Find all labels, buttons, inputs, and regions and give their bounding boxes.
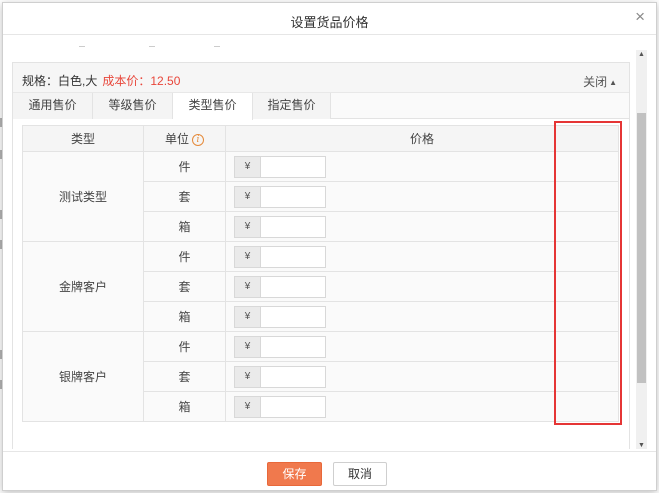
- spec-label: 规格：白色,大: [22, 74, 98, 88]
- table-row: 银牌客户 件 ¥: [22, 331, 620, 422]
- empty-cell: [554, 331, 620, 362]
- price-input[interactable]: [261, 366, 325, 387]
- tab-type-price[interactable]: 类型售价: [173, 93, 253, 120]
- unit-cell: 件: [143, 331, 226, 362]
- table-header-row: 类型 单位 i 价格: [22, 125, 620, 152]
- table-row: 测试类型 件 ¥: [22, 151, 620, 242]
- price-input-group: ¥: [234, 155, 326, 178]
- price-cell: ¥: [225, 331, 556, 362]
- price-input[interactable]: [261, 306, 325, 327]
- table-row: 金牌客户 件 ¥: [22, 241, 620, 332]
- close-icon[interactable]: ×: [635, 8, 645, 26]
- unit-cell: 箱: [143, 391, 226, 422]
- collapse-toggle[interactable]: 关闭 ▲: [583, 73, 617, 90]
- unit-cell: 套: [143, 181, 226, 212]
- empty-cell: [554, 211, 620, 242]
- yuan-icon: ¥: [235, 366, 261, 387]
- type-cell: 银牌客户: [22, 331, 144, 422]
- cost-price: 成本价：12.50: [102, 74, 181, 88]
- price-input[interactable]: [261, 246, 325, 267]
- price-input-group: ¥: [234, 275, 326, 298]
- spec-info: 规格：白色,大 成本价：12.50: [22, 72, 180, 89]
- spec-panel: 规格：白色,大 成本价：12.50 关闭 ▲ 通用售价 等级售价 类型售价 指定售价…: [12, 62, 630, 449]
- yuan-icon: ¥: [235, 216, 261, 237]
- price-cell: ¥: [225, 271, 556, 302]
- price-input[interactable]: [261, 396, 325, 417]
- empty-cell: [554, 271, 620, 302]
- unit-cell: 套: [143, 271, 226, 302]
- price-input-group: ¥: [234, 245, 326, 268]
- header-price: 价格: [224, 125, 620, 152]
- vertical-scrollbar[interactable]: ▲ ▼: [636, 50, 647, 449]
- spec-panel-header: 规格：白色,大 成本价：12.50 关闭 ▲: [13, 63, 629, 93]
- scroll-down-icon[interactable]: ▼: [638, 442, 645, 449]
- tab-assigned-price[interactable]: 指定售价: [253, 93, 331, 119]
- price-input[interactable]: [261, 186, 325, 207]
- scrollbar-thumb[interactable]: [637, 113, 646, 383]
- price-cell: ¥: [225, 391, 556, 422]
- empty-cell: [554, 361, 620, 392]
- price-input-group: ¥: [234, 305, 326, 328]
- price-input[interactable]: [261, 336, 325, 357]
- price-input-group: ¥: [234, 215, 326, 238]
- price-cell: ¥: [225, 361, 556, 392]
- price-cell: ¥: [225, 301, 556, 332]
- header-unit: 单位 i: [143, 125, 226, 152]
- price-input[interactable]: [261, 216, 325, 237]
- price-cell: ¥: [225, 241, 556, 272]
- yuan-icon: ¥: [235, 276, 261, 297]
- price-dialog: 设置货品价格 × 规格：白色,大 成本价：12.50 关闭 ▲ 通用售价 等级售价 …: [2, 2, 657, 491]
- yuan-icon: ¥: [235, 336, 261, 357]
- yuan-icon: ¥: [235, 186, 261, 207]
- yuan-icon: ¥: [235, 306, 261, 327]
- info-icon[interactable]: i: [192, 133, 204, 146]
- unit-cell: 套: [143, 361, 226, 392]
- header-unit-label: 单位: [164, 132, 189, 146]
- price-input-group: ¥: [234, 185, 326, 208]
- empty-cell: [554, 241, 620, 272]
- price-input-group: ¥: [234, 395, 326, 418]
- save-button[interactable]: 保存: [267, 462, 322, 486]
- tab-general-price[interactable]: 通用售价: [13, 93, 93, 119]
- yuan-icon: ¥: [235, 246, 261, 267]
- unit-cell: 箱: [143, 211, 226, 242]
- scroll-up-icon[interactable]: ▲: [638, 51, 645, 58]
- price-cell: ¥: [225, 151, 556, 182]
- unit-cell: 件: [143, 241, 226, 272]
- dialog-header: 设置货品价格 ×: [3, 3, 656, 35]
- header-type: 类型: [22, 125, 144, 152]
- empty-cell: [554, 391, 620, 422]
- price-input-group: ¥: [234, 335, 326, 358]
- empty-cell: [554, 181, 620, 212]
- dialog-body: 规格：白色,大 成本价：12.50 关闭 ▲ 通用售价 等级售价 类型售价 指定售价…: [3, 36, 656, 449]
- cancel-button[interactable]: 取消: [333, 462, 387, 486]
- yuan-icon: ¥: [235, 156, 261, 177]
- empty-cell: [554, 301, 620, 332]
- type-cell: 金牌客户: [22, 241, 144, 332]
- unit-cell: 箱: [143, 301, 226, 332]
- dialog-footer: 保存 取消: [3, 451, 656, 490]
- empty-cell: [554, 151, 620, 182]
- unit-cell: 件: [143, 151, 226, 182]
- tab-level-price[interactable]: 等级售价: [93, 93, 173, 119]
- price-tabs: 通用售价 等级售价 类型售价 指定售价: [13, 93, 629, 120]
- price-input-group: ¥: [234, 365, 326, 388]
- price-input[interactable]: [261, 276, 325, 297]
- divider: [79, 46, 229, 47]
- dialog-title: 设置货品价格: [290, 15, 369, 30]
- type-cell: 测试类型: [22, 151, 144, 242]
- price-cell: ¥: [225, 181, 556, 212]
- price-cell: ¥: [225, 211, 556, 242]
- caret-up-icon: ▲: [609, 78, 617, 87]
- collapse-label: 关闭: [583, 75, 608, 89]
- yuan-icon: ¥: [235, 396, 261, 417]
- price-input[interactable]: [261, 156, 325, 177]
- price-table: 类型 单位 i 价格 测试类型 件 ¥ 套 ¥ 箱 ¥ 金牌客户 件 ¥ 套 ¥…: [22, 125, 620, 422]
